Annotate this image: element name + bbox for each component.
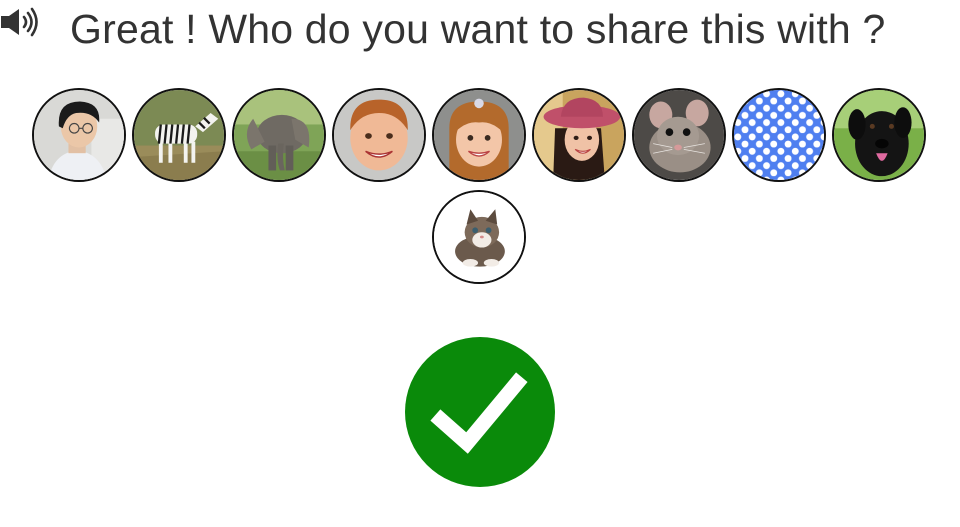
- avatar-girl[interactable]: [432, 88, 526, 182]
- avatar-kitten[interactable]: [432, 190, 526, 284]
- speaker-icon[interactable]: [0, 6, 44, 40]
- avatar-polka-dots[interactable]: [732, 88, 826, 182]
- prompt-title: Great ! Who do you want to share this wi…: [70, 6, 886, 52]
- avatar-elephant[interactable]: [232, 88, 326, 182]
- avatar-woman-hat[interactable]: [532, 88, 626, 182]
- avatar-person-glasses[interactable]: [32, 88, 126, 182]
- avatar-zebra[interactable]: [132, 88, 226, 182]
- confirm-button[interactable]: [405, 337, 555, 487]
- avatar-dog[interactable]: [832, 88, 926, 182]
- avatar-boy[interactable]: [332, 88, 426, 182]
- checkmark-icon: [405, 337, 555, 487]
- header: Great ! Who do you want to share this wi…: [0, 0, 960, 70]
- avatar-mouse[interactable]: [632, 88, 726, 182]
